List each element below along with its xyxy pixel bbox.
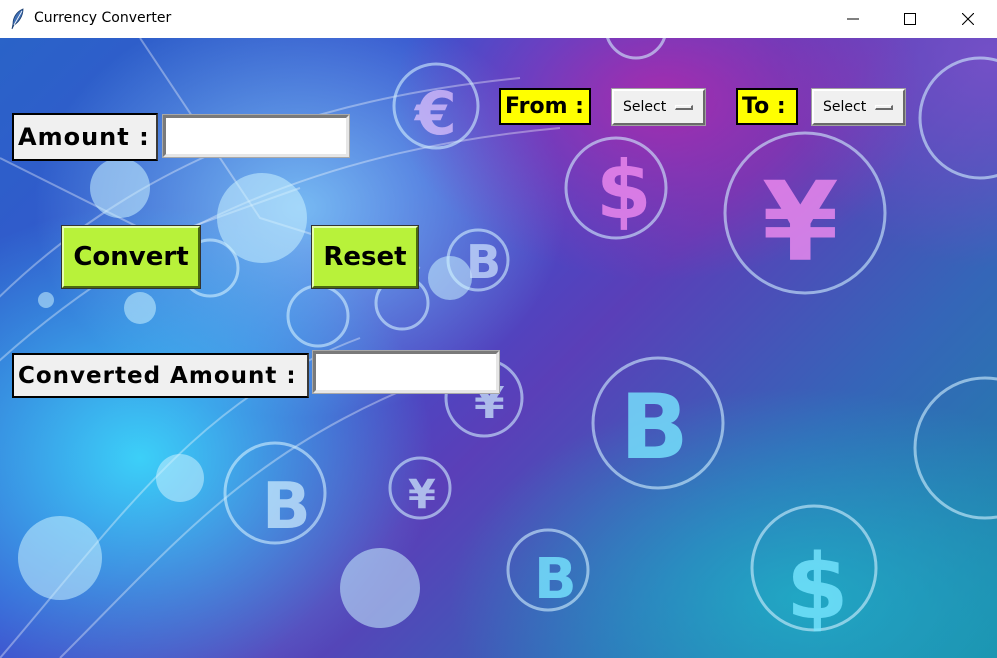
svg-text:B: B — [534, 547, 577, 612]
maximize-icon — [904, 10, 916, 29]
close-button[interactable] — [945, 0, 991, 38]
converted-amount-label: Converted Amount : — [12, 353, 309, 398]
from-label: From : — [499, 88, 591, 125]
from-currency-value: Select — [623, 99, 667, 115]
svg-text:€: € — [413, 79, 457, 149]
svg-text:B: B — [466, 235, 501, 289]
minimize-button[interactable] — [830, 0, 876, 38]
app-window: Currency Converter $ ¥ € B $ B B B ¥ ¥ A… — [0, 0, 997, 658]
option-menu-indicator-icon — [875, 105, 893, 110]
title-bar[interactable]: Currency Converter — [0, 0, 997, 38]
window-title: Currency Converter — [34, 10, 172, 26]
option-menu-indicator-icon — [675, 105, 693, 110]
app-canvas: $ ¥ € B $ B B B ¥ ¥ Amount : From : Sele… — [0, 38, 997, 658]
svg-text:B: B — [262, 470, 311, 544]
from-currency-select[interactable]: Select — [611, 88, 706, 126]
convert-button[interactable]: Convert — [61, 225, 201, 289]
svg-text:$: $ — [596, 144, 652, 237]
minimize-icon — [847, 10, 859, 29]
amount-input[interactable] — [162, 114, 350, 158]
svg-text:¥: ¥ — [762, 158, 839, 286]
amount-label: Amount : — [12, 113, 158, 161]
svg-text:B: B — [620, 375, 689, 480]
svg-text:$: $ — [786, 535, 849, 640]
to-currency-select[interactable]: Select — [811, 88, 906, 126]
to-label: To : — [736, 88, 798, 125]
to-currency-value: Select — [823, 99, 867, 115]
feather-icon — [10, 8, 26, 30]
svg-text:¥: ¥ — [408, 472, 436, 518]
close-icon — [961, 10, 975, 29]
converted-amount-output[interactable] — [312, 350, 500, 394]
maximize-button[interactable] — [887, 0, 933, 38]
reset-button[interactable]: Reset — [311, 225, 419, 289]
